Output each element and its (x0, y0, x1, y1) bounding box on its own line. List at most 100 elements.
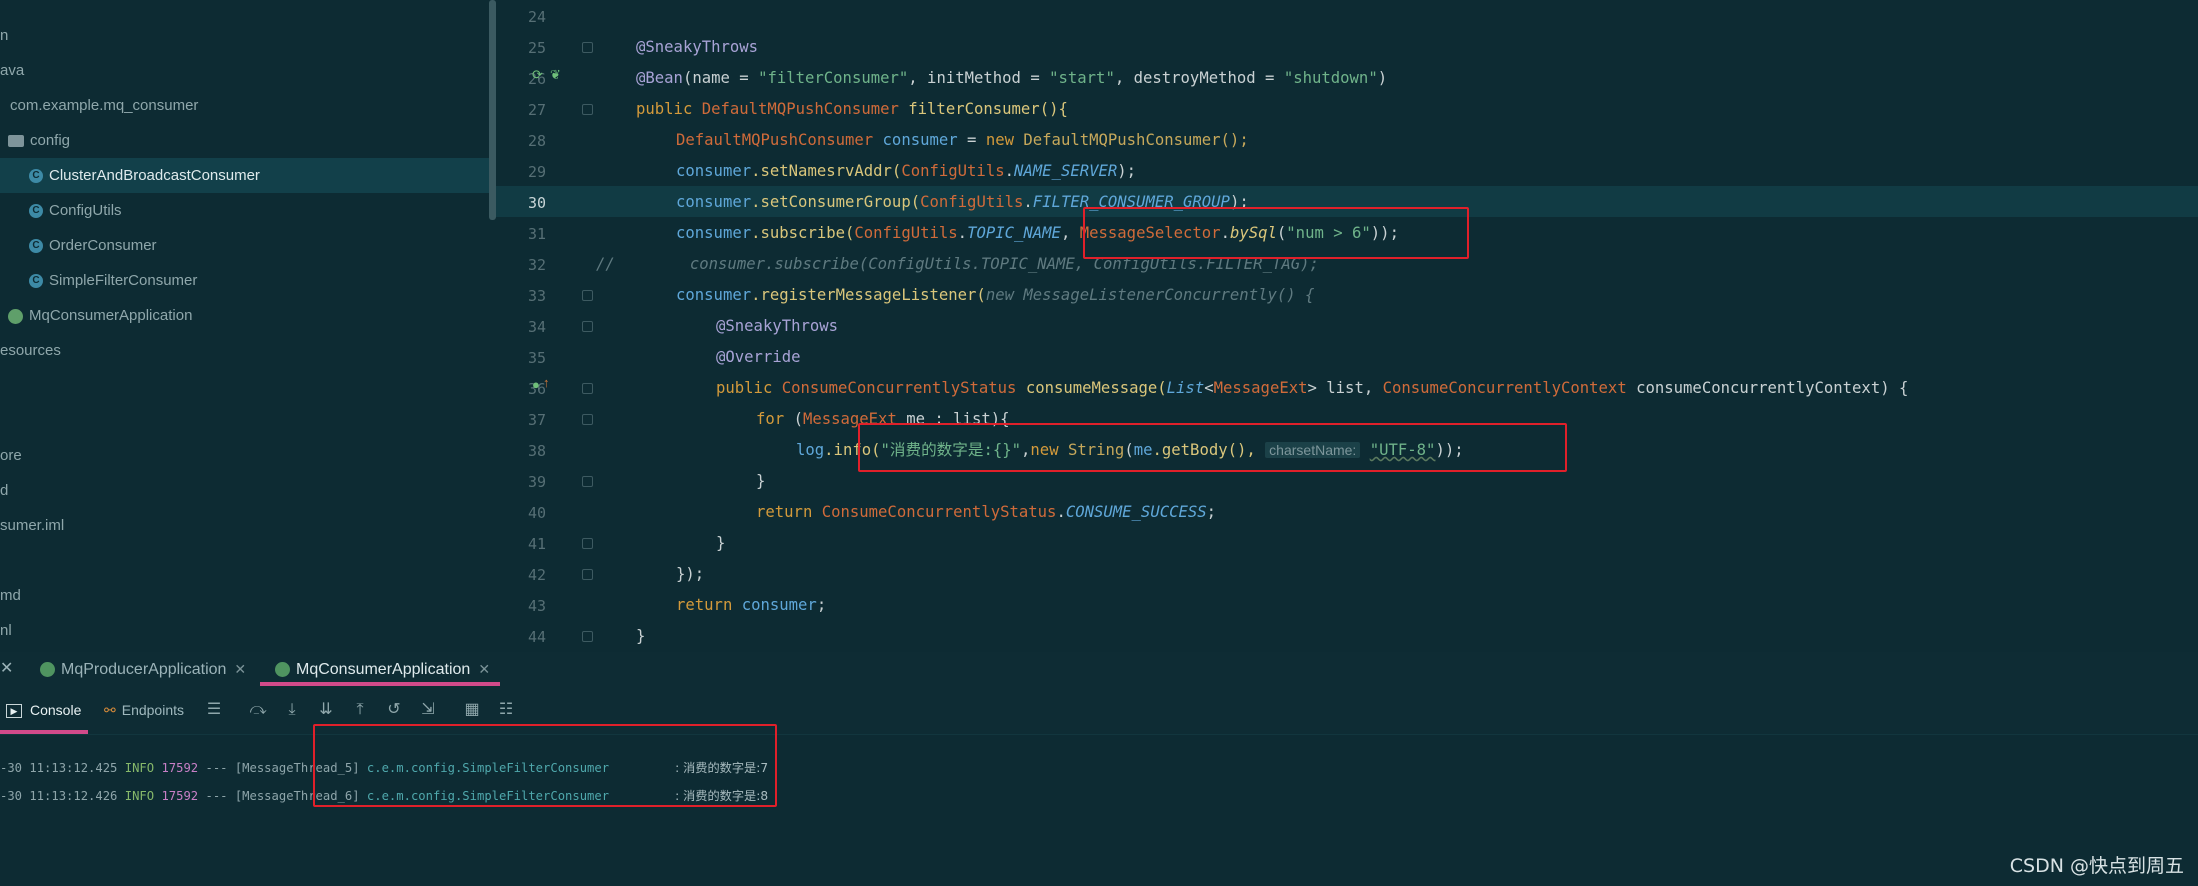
line-number: 27 (527, 101, 546, 119)
code-line: @Bean(name = "filterConsumer", initMetho… (636, 69, 1388, 87)
tree-item-class[interactable]: C ClusterAndBroadcastConsumer (0, 158, 495, 193)
line-number: 39 (527, 473, 546, 491)
close-icon[interactable]: ✕ (0, 652, 13, 686)
tree-item-app[interactable]: MqConsumerApplication (0, 298, 495, 333)
code-line: } (716, 534, 726, 552)
close-icon[interactable]: ✕ (478, 661, 490, 677)
tree-item[interactable]: md (0, 578, 495, 613)
tab-console[interactable]: ▶ Console (6, 686, 81, 734)
force-step-into-icon[interactable]: ⇊ (316, 700, 336, 720)
line-number: 40 (527, 504, 546, 522)
watermark: CSDN @快点到周五 (2009, 855, 2184, 877)
tree-item-package[interactable]: config (0, 123, 495, 158)
code-line: consumer.setNamesrvAddr(ConfigUtils.NAME… (676, 162, 1137, 180)
tab-endpoints[interactable]: ⚯ Endpoints (104, 686, 184, 734)
menu-icon[interactable]: ☰ (204, 700, 224, 720)
code-line: DefaultMQPushConsumer consumer = new Def… (676, 131, 1249, 149)
line-number: 34 (527, 318, 546, 336)
line-number: 43 (527, 597, 546, 615)
tree-item[interactable]: ava (0, 53, 495, 88)
code-editor[interactable]: 24 25 26 27 28 29 30 31 32 33 34 35 36 3… (496, 0, 2198, 650)
spring-boot-icon (275, 662, 290, 678)
code-line: public ConsumeConcurrentlyStatus consume… (716, 379, 1909, 397)
line-number: 33 (527, 287, 546, 305)
spring-boot-icon (40, 662, 55, 678)
class-icon: C (29, 204, 43, 219)
step-out-icon[interactable]: ⤒ (350, 700, 370, 720)
tree-item-package[interactable]: com.example.mq_consumer (0, 88, 495, 123)
drop-frame-icon[interactable]: ↺ (384, 700, 404, 720)
step-into-icon[interactable]: ⤓ (282, 700, 302, 720)
tree-item-class[interactable]: C ConfigUtils (0, 193, 495, 228)
run-to-cursor-icon[interactable]: ⇲ (418, 700, 438, 720)
fold-marker[interactable] (582, 290, 593, 301)
tree-item[interactable]: sumer.iml (0, 508, 495, 543)
tree-item[interactable]: esources (0, 333, 495, 368)
run-tab-bar: ✕ MqProducerApplication ✕ MqConsumerAppli… (0, 652, 2198, 686)
active-console-tab-indicator (0, 730, 88, 734)
spring-leaf-icon[interactable]: ❦ (550, 67, 561, 83)
code-line: @Override (716, 348, 801, 366)
line-number: 29 (527, 163, 546, 181)
console-icon: ▶ (6, 704, 22, 719)
line-number: 31 (527, 225, 546, 243)
fold-marker[interactable] (582, 42, 593, 53)
class-icon: C (29, 239, 43, 254)
tree-item[interactable]: d (0, 473, 495, 508)
tab-mq-consumer-application[interactable]: MqConsumerApplication ✕ (275, 652, 490, 686)
tree-scrollbar[interactable] (489, 0, 496, 220)
tree-item[interactable]: n (0, 18, 495, 53)
package-icon (8, 135, 24, 148)
code-line: } (756, 472, 766, 490)
code-line: @SneakyThrows (636, 38, 759, 56)
override-gutter-icon[interactable]: ● (532, 377, 540, 392)
tree-item[interactable]: nl (0, 613, 495, 648)
fold-marker[interactable] (582, 538, 593, 549)
code-line: return consumer; (676, 596, 827, 614)
line-number: 37 (527, 411, 546, 429)
fold-marker[interactable] (582, 321, 593, 332)
project-tree: n ava com.example.mq_consumer config C Cl… (0, 0, 496, 650)
editor-gutter[interactable]: 24 25 26 27 28 29 30 31 32 33 34 35 36 3… (496, 0, 593, 650)
endpoints-icon: ⚯ (104, 702, 116, 718)
tree-item-class[interactable]: C SimpleFilterConsumer (0, 263, 495, 298)
code-area[interactable]: @SneakyThrows @Bean(name = "filterConsum… (596, 0, 2196, 650)
fold-marker[interactable] (582, 383, 593, 394)
fold-marker[interactable] (582, 414, 593, 425)
step-over-icon[interactable]: ⤼ (248, 700, 268, 720)
code-line: consumer.registerMessageListener(new Mes… (676, 286, 1315, 304)
tree-item-class[interactable]: C OrderConsumer (0, 228, 495, 263)
implements-arrow-icon[interactable]: ↑ (543, 375, 550, 390)
evaluate-expression-icon[interactable]: ▦ (462, 700, 482, 720)
code-line: } (636, 627, 646, 645)
highlight-box-log (858, 423, 1567, 472)
tree-item[interactable]: ore (0, 438, 495, 473)
line-number: 41 (527, 535, 546, 553)
line-number: 24 (527, 8, 546, 26)
line-number: 44 (527, 628, 546, 646)
line-number: 30 (527, 194, 546, 212)
spring-app-icon (8, 308, 23, 324)
line-number: 28 (527, 132, 546, 150)
highlight-box-subscribe (1083, 207, 1469, 259)
line-number: 35 (527, 349, 546, 367)
code-line: @SneakyThrows (716, 317, 839, 335)
highlight-box-console (313, 724, 777, 807)
fold-marker[interactable] (582, 104, 593, 115)
line-number: 25 (527, 39, 546, 57)
line-number: 42 (527, 566, 546, 584)
tab-mq-producer-application[interactable]: MqProducerApplication ✕ (40, 652, 246, 686)
close-icon[interactable]: ✕ (234, 661, 246, 677)
code-line: }); (676, 565, 705, 583)
line-number: 32 (527, 256, 546, 274)
class-icon: C (29, 274, 43, 289)
fold-marker[interactable] (582, 569, 593, 580)
code-line: return ConsumeConcurrentlyStatus.CONSUME… (756, 503, 1217, 521)
bean-gutter-icon[interactable]: ⟳ (532, 67, 543, 83)
fold-marker[interactable] (582, 631, 593, 642)
trace-settings-icon[interactable]: ☷ (496, 700, 516, 720)
line-number: 38 (527, 442, 546, 460)
console-output[interactable]: -30 11:13:12.425 INFO 17592 --- [Message… (0, 724, 2198, 886)
code-line: public DefaultMQPushConsumer filterConsu… (636, 100, 1068, 118)
fold-marker[interactable] (582, 476, 593, 487)
